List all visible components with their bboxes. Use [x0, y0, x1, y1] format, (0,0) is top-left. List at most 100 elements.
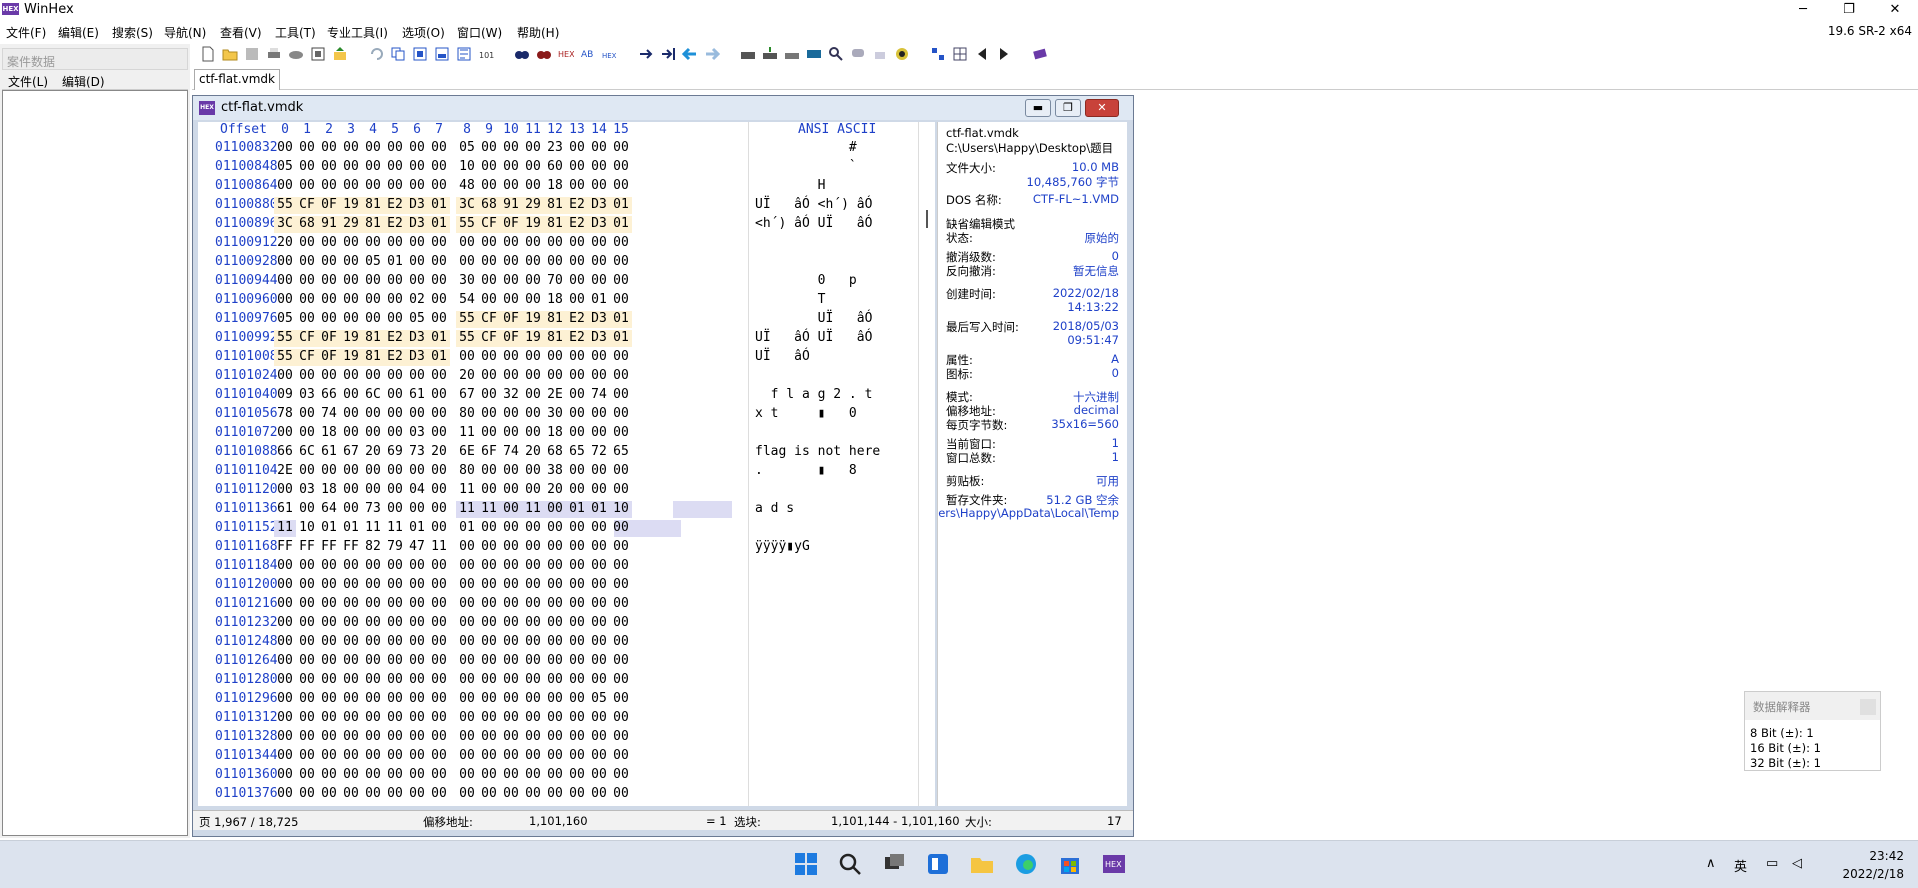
hex-byte[interactable]: 00: [274, 577, 296, 594]
hex-byte[interactable]: 00: [384, 140, 406, 157]
hex-byte[interactable]: 00: [588, 520, 610, 537]
hex-byte[interactable]: 00: [428, 463, 450, 480]
hex-byte[interactable]: 00: [384, 311, 406, 328]
hex-byte[interactable]: 00: [610, 406, 632, 423]
hex-byte[interactable]: 00: [566, 140, 588, 157]
hex-row[interactable]: 01101136 61 00 64 00 73 00 00 00 11 11 00 11 00 01 01 10…: [198, 501, 935, 520]
hex-byte[interactable]: 00: [456, 767, 478, 784]
hex-byte[interactable]: D3: [588, 311, 610, 328]
hex-byte[interactable]: 74: [588, 387, 610, 404]
hex-byte[interactable]: 70: [544, 273, 566, 290]
hex-byte[interactable]: 18: [544, 425, 566, 442]
print-icon[interactable]: [266, 46, 282, 62]
hex-byte[interactable]: 2E: [544, 387, 566, 404]
hex-byte[interactable]: 00: [522, 292, 544, 309]
hex-byte[interactable]: 00: [610, 140, 632, 157]
hex-byte[interactable]: 00: [362, 159, 384, 176]
hex-row[interactable]: 01101312 00 00 00 00 00 00 00 00 00 00 00 00 00 00 00 00: [198, 710, 935, 729]
hex-byte[interactable]: 81: [544, 216, 566, 233]
hex-byte[interactable]: 00: [296, 159, 318, 176]
hex-byte[interactable]: 00: [456, 615, 478, 632]
hex-byte[interactable]: 00: [340, 501, 362, 518]
hex-byte[interactable]: 10: [456, 159, 478, 176]
hex-byte[interactable]: 00: [384, 653, 406, 670]
hex-byte[interactable]: 00: [296, 653, 318, 670]
hex-byte[interactable]: 00: [544, 539, 566, 556]
hex-byte[interactable]: 68: [544, 444, 566, 461]
hex-byte[interactable]: 00: [566, 767, 588, 784]
hex-row[interactable]: 01101104 2E 00 00 00 00 00 00 00 80 00 00 00 38 00 00 00…: [198, 463, 935, 482]
hex-byte[interactable]: 00: [588, 273, 610, 290]
menu-file[interactable]: 文件(F): [6, 24, 46, 41]
hex-byte[interactable]: 69: [384, 444, 406, 461]
hex-byte[interactable]: 00: [500, 254, 522, 271]
hex-byte[interactable]: 00: [456, 748, 478, 765]
hex-byte[interactable]: 00: [544, 672, 566, 689]
editor-restore-button[interactable]: ❐: [1055, 99, 1081, 117]
hex-byte[interactable]: 00: [318, 786, 340, 803]
hex-byte[interactable]: 91: [318, 216, 340, 233]
hex-byte[interactable]: 00: [428, 786, 450, 803]
ascii-text[interactable]: 0 p: [755, 273, 880, 288]
hex-byte[interactable]: 00: [406, 596, 428, 613]
hex-byte[interactable]: 00: [566, 368, 588, 385]
hex-byte[interactable]: 00: [566, 672, 588, 689]
task-view-icon[interactable]: [881, 851, 907, 877]
hex-byte[interactable]: 00: [588, 596, 610, 613]
copy-block-icon[interactable]: [412, 46, 428, 62]
hex-row[interactable]: 01101168 FF FF FF FF 82 79 47 11 00 00 00 00 00 00 00 00…: [198, 539, 935, 558]
hex-byte[interactable]: 00: [318, 159, 340, 176]
hex-byte[interactable]: 00: [544, 501, 566, 518]
search-icon[interactable]: [837, 851, 863, 877]
hex-byte[interactable]: 00: [362, 178, 384, 195]
hex-row[interactable]: 01101248 00 00 00 00 00 00 00 00 00 00 00 00 00 00 00 00: [198, 634, 935, 653]
hex-byte[interactable]: 00: [610, 653, 632, 670]
hex-byte[interactable]: 00: [478, 748, 500, 765]
hex-row[interactable]: 01101232 00 00 00 00 00 00 00 00 00 00 00 00 00 00 00 00: [198, 615, 935, 634]
hex-byte[interactable]: 78: [274, 406, 296, 423]
hex-byte[interactable]: 00: [340, 634, 362, 651]
magnify-icon[interactable]: [828, 46, 844, 62]
hex-byte[interactable]: 00: [362, 672, 384, 689]
hex-byte[interactable]: 00: [588, 710, 610, 727]
hex-byte[interactable]: 00: [296, 463, 318, 480]
hex-byte[interactable]: 00: [384, 463, 406, 480]
hex-byte[interactable]: 00: [296, 178, 318, 195]
hex-byte[interactable]: 00: [610, 159, 632, 176]
hex-byte[interactable]: FF: [296, 539, 318, 556]
disk-clone-icon[interactable]: [762, 46, 778, 62]
hex-byte[interactable]: 01: [428, 349, 450, 366]
hex-byte[interactable]: 00: [406, 140, 428, 157]
hex-byte[interactable]: 01: [428, 330, 450, 347]
hex-byte[interactable]: 48: [456, 178, 478, 195]
hex-byte[interactable]: 00: [428, 311, 450, 328]
hex-row[interactable]: 01100928 00 00 00 00 05 01 00 00 00 00 00 00 00 00 00 00: [198, 254, 935, 273]
hex-byte[interactable]: 00: [318, 710, 340, 727]
hex-byte[interactable]: 11: [522, 501, 544, 518]
hex-byte[interactable]: 00: [456, 634, 478, 651]
hex-byte[interactable]: 00: [500, 577, 522, 594]
store-icon[interactable]: [1057, 851, 1083, 877]
hex-byte[interactable]: 00: [274, 767, 296, 784]
hex-byte[interactable]: 00: [384, 786, 406, 803]
hex-byte[interactable]: 00: [406, 235, 428, 252]
goto-offset-icon[interactable]: [638, 46, 654, 62]
hex-byte[interactable]: 00: [610, 482, 632, 499]
hex-byte[interactable]: 00: [362, 140, 384, 157]
hex-byte[interactable]: 00: [478, 729, 500, 746]
hex-byte[interactable]: 00: [588, 672, 610, 689]
hex-byte[interactable]: 00: [544, 767, 566, 784]
hex-byte[interactable]: 00: [406, 634, 428, 651]
hex-byte[interactable]: 00: [500, 767, 522, 784]
hex-byte[interactable]: 00: [478, 672, 500, 689]
hex-byte[interactable]: 00: [478, 767, 500, 784]
hex-row[interactable]: 01101280 00 00 00 00 00 00 00 00 00 00 00 00 00 00 00 00: [198, 672, 935, 691]
hex-byte[interactable]: 00: [522, 615, 544, 632]
hex-byte[interactable]: 00: [588, 140, 610, 157]
hex-byte[interactable]: 00: [522, 748, 544, 765]
hex-byte[interactable]: 00: [340, 387, 362, 404]
hex-byte[interactable]: 00: [274, 653, 296, 670]
hex-byte[interactable]: 00: [478, 159, 500, 176]
hex-byte[interactable]: 00: [610, 596, 632, 613]
hex-byte[interactable]: 00: [610, 463, 632, 480]
